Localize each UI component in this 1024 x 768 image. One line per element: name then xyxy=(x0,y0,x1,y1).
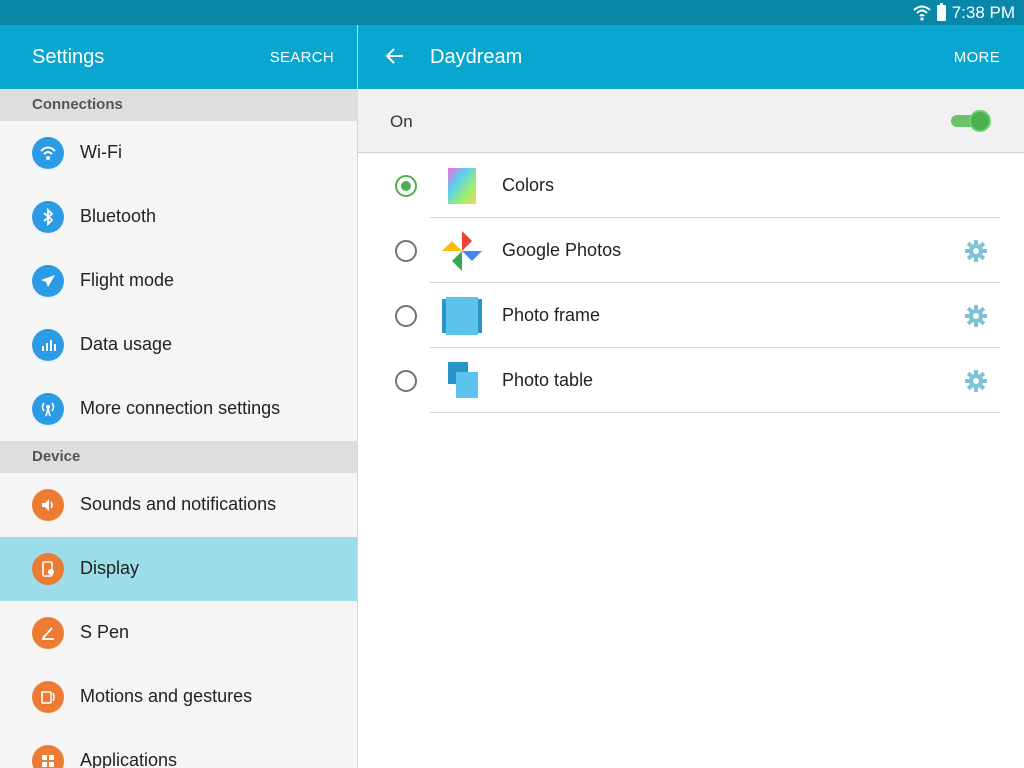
sidebar-item-sounds[interactable]: Sounds and notifications xyxy=(0,473,357,537)
bluetooth-icon xyxy=(32,201,64,233)
daydream-option-google-photos[interactable]: Google Photos xyxy=(358,218,1024,283)
settings-header: Settings SEARCH xyxy=(0,25,357,89)
antenna-icon xyxy=(32,393,64,425)
google-photos-icon xyxy=(442,231,482,271)
sidebar-item-label: Bluetooth xyxy=(80,206,157,226)
colors-thumb-icon xyxy=(448,168,476,204)
bar-chart-icon xyxy=(32,329,64,361)
radio-button[interactable] xyxy=(395,175,417,197)
sidebar-item-more-connection-settings[interactable]: More connection settings xyxy=(0,377,357,441)
daydream-option-photo-table[interactable]: Photo table xyxy=(358,348,1024,413)
gear-icon[interactable] xyxy=(963,368,989,394)
option-label: Photo frame xyxy=(502,305,601,325)
option-label: Google Photos xyxy=(502,240,622,260)
gear-icon[interactable] xyxy=(963,238,989,264)
option-label: Photo table xyxy=(502,370,594,390)
airplane-icon xyxy=(32,265,64,297)
master-switch-row[interactable]: On xyxy=(358,89,1024,153)
sidebar-item-wifi[interactable]: Wi-Fi xyxy=(0,121,357,185)
status-time: 7:38 PM xyxy=(951,2,1015,22)
sidebar-item-data-usage[interactable]: Data usage xyxy=(0,313,357,377)
radio-button[interactable] xyxy=(395,240,417,262)
speaker-icon xyxy=(32,489,64,521)
section-header-connections: Connections xyxy=(0,89,357,121)
daydream-panel: On Colors Google Photos Photo frame Phot… xyxy=(358,89,1024,768)
sidebar-item-motions[interactable]: Motions and gestures xyxy=(0,665,357,729)
sidebar-item-label: S Pen xyxy=(80,622,130,642)
more-button[interactable]: MORE xyxy=(954,49,1000,66)
back-arrow-icon[interactable] xyxy=(384,45,406,67)
sidebar-item-label: Motions and gestures xyxy=(80,686,253,706)
radio-button[interactable] xyxy=(395,370,417,392)
photo-frame-icon xyxy=(442,297,482,335)
option-label: Colors xyxy=(502,175,555,195)
master-switch-label: On xyxy=(390,112,413,131)
sidebar-item-applications[interactable]: Applications xyxy=(0,729,357,768)
apps-grid-icon xyxy=(32,745,64,768)
page-title: Daydream xyxy=(430,46,523,68)
daydream-header: Daydream MORE xyxy=(358,25,1024,89)
sidebar-item-label: Data usage xyxy=(80,334,173,354)
sidebar-item-label: Applications xyxy=(80,750,178,768)
wifi-signal-icon xyxy=(913,5,931,21)
toggle-knob xyxy=(969,110,991,132)
sidebar-item-label: Flight mode xyxy=(80,270,175,290)
sidebar-item-flight-mode[interactable]: Flight mode xyxy=(0,249,357,313)
sidebar-item-label: More connection settings xyxy=(80,398,281,418)
settings-sidebar: Connections Wi-Fi Bluetooth Flight mode … xyxy=(0,89,357,768)
display-icon xyxy=(32,553,64,585)
status-bar: 7:38 PM xyxy=(0,0,1024,25)
gesture-icon xyxy=(32,681,64,713)
settings-title: Settings xyxy=(32,46,105,68)
daydream-option-colors[interactable]: Colors xyxy=(358,153,1024,218)
radio-button[interactable] xyxy=(395,305,417,327)
pen-icon xyxy=(32,617,64,649)
daydream-option-photo-frame[interactable]: Photo frame xyxy=(358,283,1024,348)
sidebar-item-s-pen[interactable]: S Pen xyxy=(0,601,357,665)
battery-icon xyxy=(936,2,946,21)
sidebar-item-display[interactable]: Display xyxy=(0,537,357,601)
sidebar-item-label: Display xyxy=(80,558,140,578)
search-button[interactable]: SEARCH xyxy=(270,49,334,66)
sidebar-item-label: Sounds and notifications xyxy=(80,494,277,514)
row-separator xyxy=(430,412,1000,413)
sidebar-item-label: Wi-Fi xyxy=(80,142,122,162)
master-toggle-switch[interactable] xyxy=(951,110,991,132)
wifi-icon xyxy=(32,137,64,169)
photo-table-icon xyxy=(448,362,478,398)
gear-icon[interactable] xyxy=(963,303,989,329)
section-header-device: Device xyxy=(0,441,357,473)
sidebar-item-bluetooth[interactable]: Bluetooth xyxy=(0,185,357,249)
